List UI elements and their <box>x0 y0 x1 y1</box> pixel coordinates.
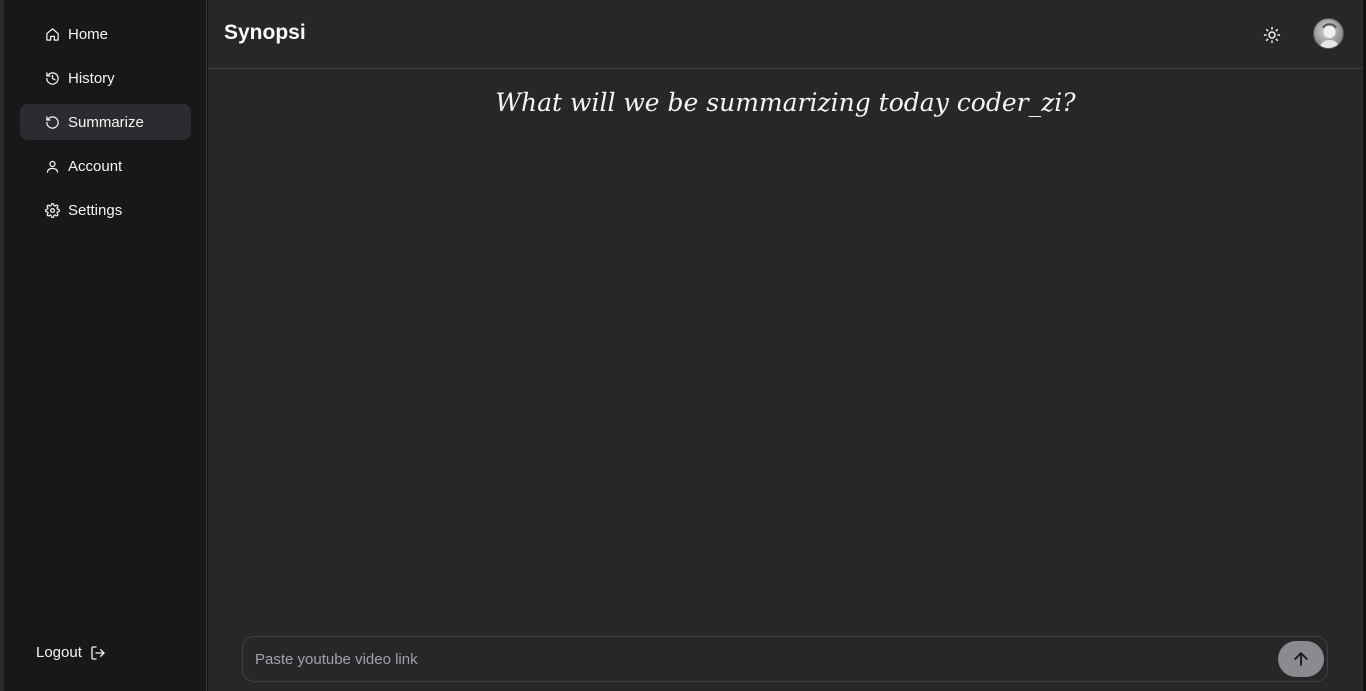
sidebar-nav: Home History Summarize Account Settings <box>20 16 191 236</box>
logout-button[interactable]: Logout <box>36 644 106 661</box>
arrow-up-icon <box>1291 649 1311 669</box>
gear-icon <box>44 202 60 218</box>
app-title: Synopsi <box>224 21 306 44</box>
youtube-link-input[interactable] <box>255 637 1265 681</box>
avatar[interactable] <box>1313 18 1344 49</box>
app-window: Home History Summarize Account Settings … <box>0 0 1366 691</box>
logout-icon <box>90 645 106 661</box>
sidebar-item-label: Summarize <box>68 113 144 131</box>
submit-button[interactable] <box>1278 641 1324 677</box>
sidebar-item-label: Account <box>68 157 123 175</box>
sidebar-item-history[interactable]: History <box>20 60 191 96</box>
sun-icon <box>1263 26 1281 44</box>
sidebar-item-label: Settings <box>68 201 123 219</box>
sidebar-item-summarize[interactable]: Summarize <box>20 104 191 140</box>
sidebar-item-label: History <box>68 69 115 87</box>
sidebar-item-label: Home <box>68 25 109 43</box>
link-input-bar <box>242 636 1328 682</box>
theme-toggle-button[interactable] <box>1261 24 1283 46</box>
user-icon <box>44 158 60 174</box>
top-bar: Synopsi <box>208 0 1363 69</box>
main-panel: Synopsi What will we be summarizing toda… <box>208 0 1363 691</box>
logout-label: Logout <box>36 644 82 661</box>
history-icon <box>44 70 60 86</box>
sidebar: Home History Summarize Account Settings … <box>4 0 207 691</box>
refresh-icon <box>44 114 60 130</box>
sidebar-item-account[interactable]: Account <box>20 148 191 184</box>
home-icon <box>44 26 60 42</box>
sidebar-item-settings[interactable]: Settings <box>20 192 191 228</box>
greeting-heading: What will we be summarizing today coder_… <box>495 88 1076 117</box>
sidebar-item-home[interactable]: Home <box>20 16 191 52</box>
